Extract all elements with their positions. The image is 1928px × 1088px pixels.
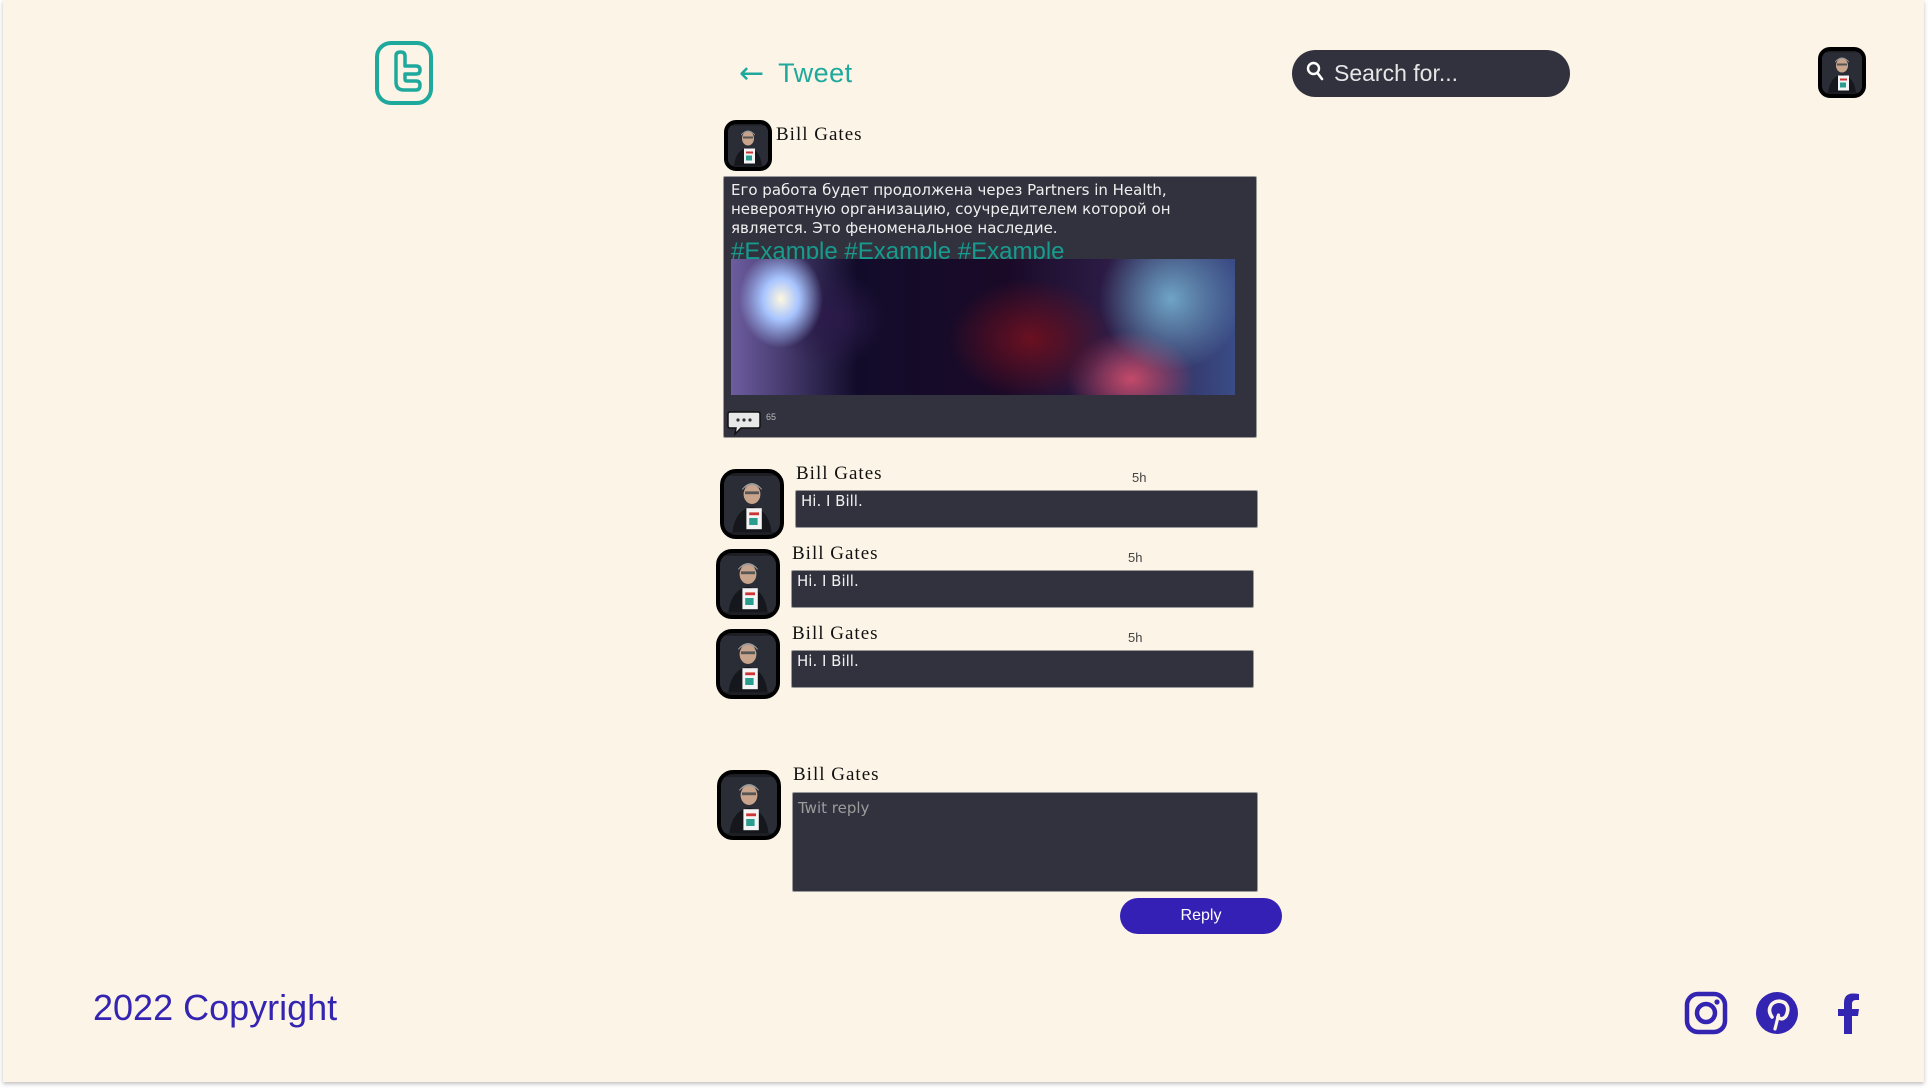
copyright-text: 2022 Copyright bbox=[93, 987, 338, 1028]
comment-count: 65 bbox=[766, 412, 777, 422]
reply-timestamp: 5h bbox=[1128, 550, 1143, 565]
page: ← Tweet Bill Gates Его работа будет прод… bbox=[3, 0, 1924, 1082]
reply-text-box: Hi. I Bill. bbox=[791, 650, 1254, 688]
reply-timestamp: 5h bbox=[1128, 630, 1143, 645]
comment-bubble-icon[interactable] bbox=[727, 410, 761, 437]
instagram-icon[interactable] bbox=[1683, 990, 1729, 1036]
tweet-author-avatar[interactable] bbox=[724, 120, 772, 171]
tweet-hashtags[interactable]: #Example #Example #Example bbox=[731, 237, 1065, 261]
pinterest-icon[interactable] bbox=[1754, 990, 1800, 1036]
reply-button[interactable]: Reply bbox=[1120, 898, 1282, 934]
reply-textarea[interactable] bbox=[792, 792, 1258, 892]
reply-avatar[interactable] bbox=[716, 629, 780, 699]
reply-avatar[interactable] bbox=[716, 549, 780, 619]
page-title: Tweet bbox=[778, 58, 853, 88]
twitter-logo-icon[interactable] bbox=[374, 40, 434, 106]
reply-timestamp: 5h bbox=[1132, 470, 1147, 485]
reply-avatar[interactable] bbox=[720, 469, 784, 539]
reply-author-name[interactable]: Bill Gates bbox=[796, 463, 883, 485]
reply-author-name[interactable]: Bill Gates bbox=[792, 543, 879, 565]
composer-avatar[interactable] bbox=[717, 770, 781, 840]
tweet-media-image[interactable] bbox=[731, 259, 1235, 395]
composer-author-name: Bill Gates bbox=[793, 764, 880, 785]
search-icon bbox=[1306, 61, 1324, 86]
tweet-author-name[interactable]: Bill Gates bbox=[776, 124, 863, 146]
search-input[interactable] bbox=[1334, 60, 1554, 87]
back-to-tweet-link[interactable]: ← Tweet bbox=[739, 58, 853, 89]
tweet-text: Его работа будет продолжена через Partne… bbox=[731, 181, 1171, 237]
reply-author-name[interactable]: Bill Gates bbox=[792, 623, 879, 645]
back-arrow-icon: ← bbox=[739, 55, 765, 91]
tweet-card: Его работа будет продолжена через Partne… bbox=[723, 176, 1257, 438]
facebook-icon[interactable] bbox=[1826, 990, 1872, 1036]
reply-text-box: Hi. I Bill. bbox=[791, 570, 1254, 608]
search-bar[interactable] bbox=[1292, 50, 1570, 97]
reply-text-box: Hi. I Bill. bbox=[795, 490, 1258, 528]
profile-avatar[interactable] bbox=[1818, 47, 1866, 98]
